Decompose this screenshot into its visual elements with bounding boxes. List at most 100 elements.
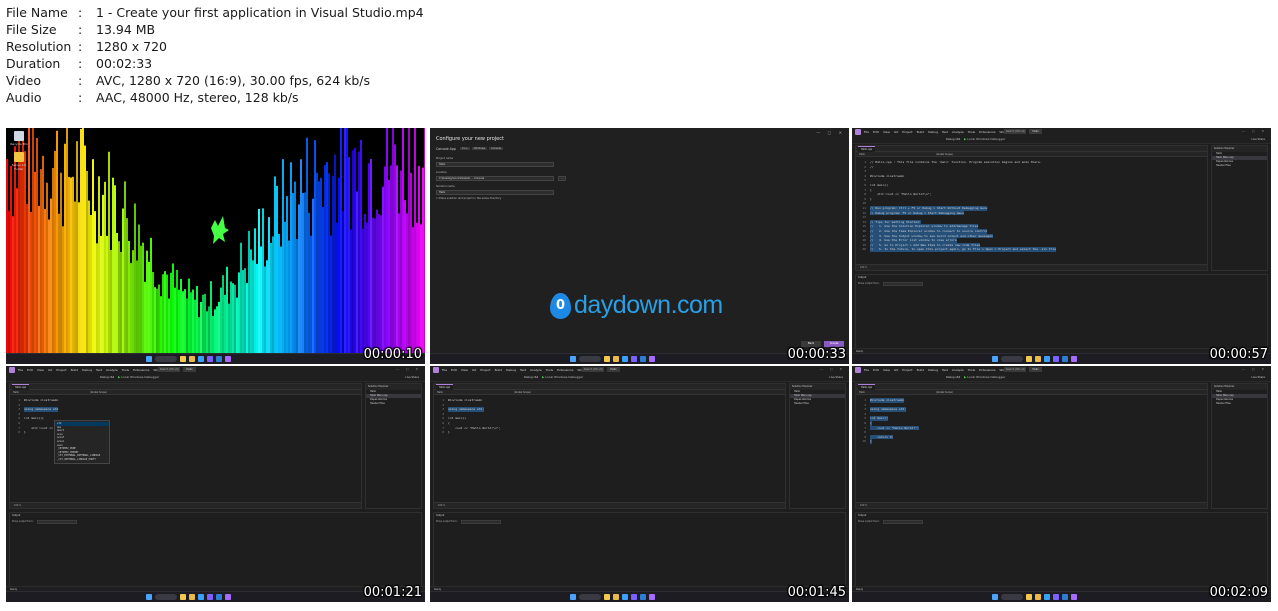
store-icon[interactable] bbox=[1052, 594, 1059, 600]
menu-item-test[interactable]: Test bbox=[520, 367, 526, 373]
folder-icon[interactable] bbox=[612, 356, 619, 362]
completion-item[interactable]: _CST_INTERNAL_LINKAGE_PARTY bbox=[55, 458, 109, 462]
search-box[interactable]: Search (Ctrl+Q) bbox=[582, 367, 604, 372]
desktop-icon-recycle-bin[interactable]: Recycle Bin bbox=[10, 131, 28, 146]
folder-icon[interactable] bbox=[188, 356, 195, 362]
taskbar-search[interactable] bbox=[578, 594, 601, 600]
live-share-button[interactable]: Live Share bbox=[1251, 138, 1265, 141]
start-icon[interactable] bbox=[991, 594, 998, 600]
taskbar-search[interactable] bbox=[154, 594, 177, 600]
edge-icon[interactable] bbox=[197, 594, 204, 600]
visual-studio-icon[interactable] bbox=[648, 594, 655, 600]
search-box[interactable]: Search (Ctrl+Q) bbox=[1004, 367, 1026, 372]
menu-item-file[interactable]: File bbox=[864, 129, 869, 135]
menu-item-build[interactable]: Build bbox=[917, 367, 925, 373]
solution-tree-item[interactable]: Header Files bbox=[366, 402, 421, 406]
menu-item-build[interactable]: Build bbox=[917, 129, 925, 135]
menu-item-analyze[interactable]: Analyze bbox=[106, 367, 118, 373]
scope-combo[interactable]: (Global Scope) bbox=[936, 390, 953, 395]
menu-item-edit[interactable]: Edit bbox=[873, 367, 879, 373]
menu-item-tools[interactable]: Tools bbox=[968, 367, 975, 373]
solution-tree-item[interactable]: Header Files bbox=[1212, 402, 1267, 406]
folder-icon[interactable] bbox=[612, 594, 619, 600]
configuration-dropdown[interactable]: Debug x64 bbox=[100, 376, 114, 379]
store-icon[interactable] bbox=[630, 356, 637, 362]
menu-item-analyze[interactable]: Analyze bbox=[952, 129, 964, 135]
menu-item-file[interactable]: File bbox=[442, 367, 447, 373]
file-explorer-icon[interactable] bbox=[179, 594, 186, 600]
start-icon[interactable] bbox=[569, 356, 576, 362]
scope-combo[interactable]: (Global Scope) bbox=[936, 152, 953, 157]
menu-item-file[interactable]: File bbox=[864, 367, 869, 373]
live-share-button[interactable]: Live Share bbox=[1251, 376, 1265, 379]
configuration-dropdown[interactable]: Debug x64 bbox=[946, 376, 960, 379]
menu-item-analyze[interactable]: Analyze bbox=[530, 367, 542, 373]
menu-item-build[interactable]: Build bbox=[495, 367, 503, 373]
run-debugger-button[interactable]: ▶ Local Windows Debugger bbox=[118, 375, 159, 379]
menu-item-project[interactable]: Project bbox=[480, 367, 490, 373]
taskbar-search[interactable] bbox=[578, 356, 601, 362]
menu-item-extensions[interactable]: Extensions bbox=[979, 129, 995, 135]
browse-button[interactable]: … bbox=[558, 176, 566, 181]
folder-icon[interactable] bbox=[1034, 594, 1041, 600]
menu-item-file[interactable]: File bbox=[18, 367, 23, 373]
code-editor[interactable]: Hello.cpp Hello (Global Scope) 1 #include… bbox=[855, 383, 1208, 509]
window-controls[interactable]: — ▢ ✕ bbox=[820, 367, 845, 371]
settings-icon[interactable] bbox=[1061, 594, 1068, 600]
store-icon[interactable] bbox=[630, 594, 637, 600]
menu-item-git[interactable]: Git bbox=[48, 367, 52, 373]
project-name-input[interactable]: Hello bbox=[436, 162, 554, 167]
settings-icon[interactable] bbox=[639, 594, 646, 600]
output-source-dropdown[interactable] bbox=[37, 520, 78, 524]
configuration-dropdown[interactable]: Debug x64 bbox=[946, 138, 960, 141]
menu-item-view[interactable]: View bbox=[37, 367, 44, 373]
code-editor[interactable]: Hello.cpp Hello (Global Scope) 1 #include… bbox=[433, 383, 786, 509]
visual-studio-icon[interactable] bbox=[1070, 594, 1077, 600]
file-explorer-icon[interactable] bbox=[603, 356, 610, 362]
code-editor[interactable]: Hello.cpp Hello (Global Scope) 1// Hello… bbox=[855, 145, 1208, 271]
menu-item-analyze[interactable]: Analyze bbox=[952, 367, 964, 373]
desktop-icon-folder[interactable]: Setup 1.0 Folder bbox=[10, 152, 28, 171]
file-explorer-icon[interactable] bbox=[1025, 356, 1032, 362]
folder-icon[interactable] bbox=[1034, 356, 1041, 362]
settings-icon[interactable] bbox=[215, 594, 222, 600]
menu-item-git[interactable]: Git bbox=[894, 129, 898, 135]
visual-studio-icon[interactable] bbox=[1070, 356, 1077, 362]
project-combo[interactable]: Hello bbox=[437, 390, 443, 395]
file-explorer-icon[interactable] bbox=[1025, 594, 1032, 600]
menu-item-view[interactable]: View bbox=[461, 367, 468, 373]
menu-item-extensions[interactable]: Extensions bbox=[133, 367, 149, 373]
live-share-button[interactable]: Live Share bbox=[405, 376, 419, 379]
code-line[interactable]: 10} bbox=[856, 439, 1207, 444]
menu-item-debug[interactable]: Debug bbox=[928, 367, 938, 373]
start-icon[interactable] bbox=[991, 356, 998, 362]
output-source-dropdown[interactable] bbox=[461, 520, 502, 524]
solution-tree-item[interactable]: Header Files bbox=[790, 402, 845, 406]
edge-icon[interactable] bbox=[1043, 594, 1050, 600]
output-source-dropdown[interactable] bbox=[883, 520, 924, 524]
solution-name-input[interactable]: Hello bbox=[436, 190, 554, 195]
start-icon[interactable] bbox=[145, 356, 152, 362]
location-input[interactable]: C:\Users\jy\source\repos\ ... Console bbox=[436, 176, 554, 181]
project-combo[interactable]: Hello bbox=[859, 152, 865, 157]
menu-item-edit[interactable]: Edit bbox=[27, 367, 33, 373]
scope-combo[interactable]: (Global Scope) bbox=[514, 390, 531, 395]
run-debugger-button[interactable]: ▶ Local Windows Debugger bbox=[542, 375, 583, 379]
taskbar-search[interactable] bbox=[1000, 594, 1023, 600]
store-icon[interactable] bbox=[1052, 356, 1059, 362]
taskbar-search[interactable] bbox=[1000, 356, 1023, 362]
menu-item-edit[interactable]: Edit bbox=[451, 367, 457, 373]
settings-icon[interactable] bbox=[215, 356, 222, 362]
menu-item-git[interactable]: Git bbox=[894, 367, 898, 373]
search-box[interactable]: Search (Ctrl+Q) bbox=[1004, 129, 1026, 134]
menu-item-git[interactable]: Git bbox=[472, 367, 476, 373]
menu-item-build[interactable]: Build bbox=[71, 367, 79, 373]
edge-icon[interactable] bbox=[1043, 356, 1050, 362]
search-box[interactable]: Search (Ctrl+Q) bbox=[158, 367, 180, 372]
window-controls[interactable]: — ▢ ✕ bbox=[1242, 367, 1267, 371]
live-share-button[interactable]: Live Share bbox=[829, 376, 843, 379]
menu-item-test[interactable]: Test bbox=[942, 129, 948, 135]
settings-icon[interactable] bbox=[639, 356, 646, 362]
menu-item-view[interactable]: View bbox=[883, 367, 890, 373]
menu-item-tools[interactable]: Tools bbox=[122, 367, 129, 373]
